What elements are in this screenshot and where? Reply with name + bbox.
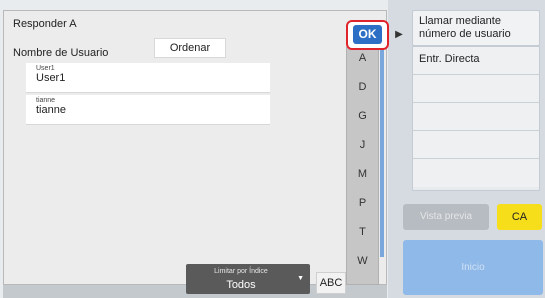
start-button[interactable]: Inicio [403, 240, 543, 295]
index-letter[interactable]: J [347, 139, 378, 151]
entry-sub-label: tianne [36, 97, 56, 104]
preview-label: Vista previa [419, 211, 473, 222]
ok-highlight: OK [346, 20, 389, 50]
empty-row [413, 75, 539, 103]
list-item[interactable]: tianne tianne [26, 95, 270, 125]
direct-entry-label: Entr. Directa [419, 53, 480, 65]
ca-label: CA [511, 211, 528, 223]
empty-row [413, 131, 539, 159]
empty-row [413, 103, 539, 131]
index-letter[interactable]: W [347, 255, 378, 267]
scrollbar[interactable] [380, 47, 384, 257]
index-letter[interactable]: P [347, 197, 378, 209]
entry-name: tianne [36, 104, 66, 116]
index-letter[interactable]: M [347, 168, 378, 180]
direct-entry-row[interactable]: Entr. Directa [413, 47, 539, 75]
ca-button[interactable]: CA [497, 204, 542, 230]
destination-list-panel: Entr. Directa [412, 46, 540, 191]
empty-row [413, 159, 539, 187]
abc-button[interactable]: ABC [316, 272, 346, 294]
limit-value: Todos [226, 279, 256, 291]
call-by-number-label: Llamar mediante número de usuario [419, 15, 511, 40]
preview-button[interactable]: Vista previa [403, 204, 489, 230]
dialog-title: Responder A [13, 18, 77, 30]
caret-down-icon: ▼ [297, 275, 304, 282]
index-letter[interactable]: G [347, 110, 378, 122]
reply-to-dialog: Responder A Nombre de Usuario Ordenar Us… [3, 10, 389, 294]
index-letter[interactable]: A [347, 52, 378, 64]
sort-button[interactable]: Ordenar [154, 38, 226, 58]
list-item[interactable]: User1 User1 [26, 63, 270, 93]
index-letter[interactable]: T [347, 226, 378, 238]
call-by-number-button[interactable]: Llamar mediante número de usuario [412, 10, 540, 46]
column-header-username: Nombre de Usuario [13, 47, 109, 59]
limit-by-index-dropdown[interactable]: Limitar por Índice Todos ▼ [186, 264, 310, 294]
index-letter[interactable]: D [347, 81, 378, 93]
entry-sub-label: User1 [36, 65, 55, 72]
start-label: Inicio [461, 262, 485, 273]
expand-arrow-icon[interactable]: ▶ [392, 28, 406, 42]
index-bar: A D G J M P T W [346, 47, 379, 285]
entry-name: User1 [36, 72, 66, 84]
ok-button[interactable]: OK [353, 25, 382, 44]
limit-label: Limitar por Índice [214, 268, 268, 275]
